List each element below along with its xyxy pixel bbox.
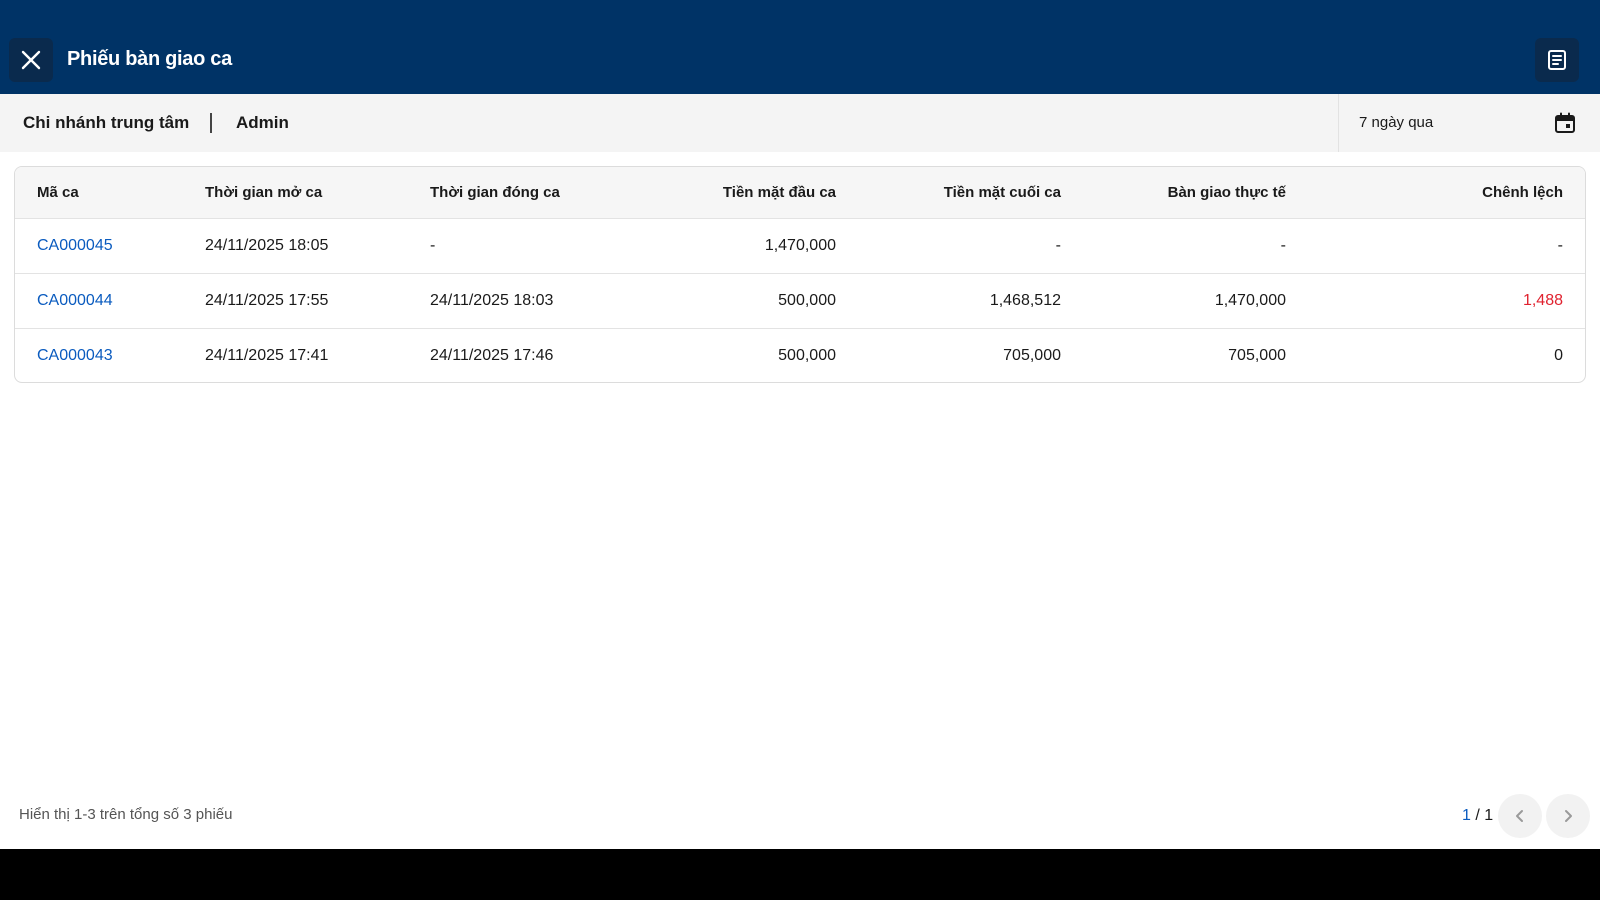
page-separator: / — [1470, 807, 1485, 824]
col-header-close-time: Thời gian đóng ca — [430, 183, 560, 201]
table-row[interactable]: CA000044 24/11/2025 17:55 24/11/2025 18:… — [15, 273, 1585, 328]
open-time-cell: 24/11/2025 18:05 — [205, 236, 329, 254]
pagination: 1 / 1 — [1400, 794, 1600, 838]
user-selector[interactable]: Admin — [236, 113, 289, 133]
shift-code-link[interactable]: CA000045 — [15, 218, 183, 273]
page-title: Phiếu bàn giao ca — [67, 48, 232, 70]
filter-bar: Chi nhánh trung tâm Admin 7 ngày qua — [0, 94, 1600, 152]
difference-cell: - — [1557, 236, 1563, 254]
close-time-cell: 24/11/2025 17:46 — [430, 346, 554, 364]
handover-cell: 705,000 — [1228, 346, 1286, 364]
table-header: Mã ca Thời gian mở ca Thời gian đóng ca … — [15, 167, 1585, 218]
cash-end-cell: - — [1055, 236, 1061, 254]
app-window: Phiếu bàn giao ca Chi nhánh trung tâm Ad… — [0, 0, 1600, 849]
open-time-cell: 24/11/2025 17:41 — [205, 346, 329, 364]
cash-start-cell: 500,000 — [778, 291, 836, 309]
close-icon — [21, 50, 41, 70]
col-header-code: Mã ca — [37, 183, 79, 201]
chevron-left-icon — [1516, 810, 1523, 822]
difference-cell: 0 — [1554, 346, 1563, 364]
branch-selector[interactable]: Chi nhánh trung tâm — [23, 113, 189, 133]
shift-table: Mã ca Thời gian mở ca Thời gian đóng ca … — [14, 166, 1586, 383]
shift-code-link[interactable]: CA000043 — [15, 328, 183, 382]
chevron-right-icon — [1565, 810, 1572, 822]
date-range-label: 7 ngày qua — [1359, 114, 1434, 131]
current-page: 1 — [1462, 807, 1471, 824]
col-header-cash-end: Tiền mặt cuối ca — [943, 183, 1061, 201]
cash-start-cell: 500,000 — [778, 346, 836, 364]
handover-cell: - — [1280, 236, 1286, 254]
difference-cell: 1,488 — [1522, 291, 1563, 309]
divider — [210, 113, 212, 133]
report-button[interactable] — [1535, 38, 1579, 82]
table-row[interactable]: CA000043 24/11/2025 17:41 24/11/2025 17:… — [15, 328, 1585, 382]
cash-end-cell: 705,000 — [1003, 346, 1061, 364]
date-range-picker[interactable]: 7 ngày qua — [1338, 94, 1600, 152]
close-time-cell: - — [430, 236, 436, 254]
col-header-cash-start: Tiền mặt đầu ca — [722, 183, 836, 201]
cash-start-cell: 1,470,000 — [764, 236, 836, 254]
prev-page-button[interactable] — [1498, 794, 1542, 838]
open-time-cell: 24/11/2025 17:55 — [205, 291, 329, 309]
handover-cell: 1,470,000 — [1214, 291, 1286, 309]
col-header-handover: Bàn giao thực tế — [1167, 183, 1286, 201]
close-button[interactable] — [9, 38, 53, 82]
shift-code-link[interactable]: CA000044 — [15, 273, 183, 328]
col-header-open-time: Thời gian mở ca — [205, 183, 323, 201]
col-header-difference: Chênh lệch — [1482, 183, 1563, 201]
next-page-button[interactable] — [1546, 794, 1590, 838]
total-pages: 1 — [1484, 807, 1494, 824]
page-indicator: 1 / 1 — [1462, 807, 1493, 825]
calendar-icon — [1555, 112, 1575, 133]
header-bar: Phiếu bàn giao ca — [0, 0, 1600, 94]
table-row[interactable]: CA000045 24/11/2025 18:05 - 1,470,000 - … — [15, 218, 1585, 273]
receipt-icon — [1548, 50, 1566, 70]
close-time-cell: 24/11/2025 18:03 — [430, 291, 554, 309]
results-summary: Hiển thị 1-3 trên tổng số 3 phiếu — [19, 806, 233, 823]
cash-end-cell: 1,468,512 — [989, 291, 1061, 309]
